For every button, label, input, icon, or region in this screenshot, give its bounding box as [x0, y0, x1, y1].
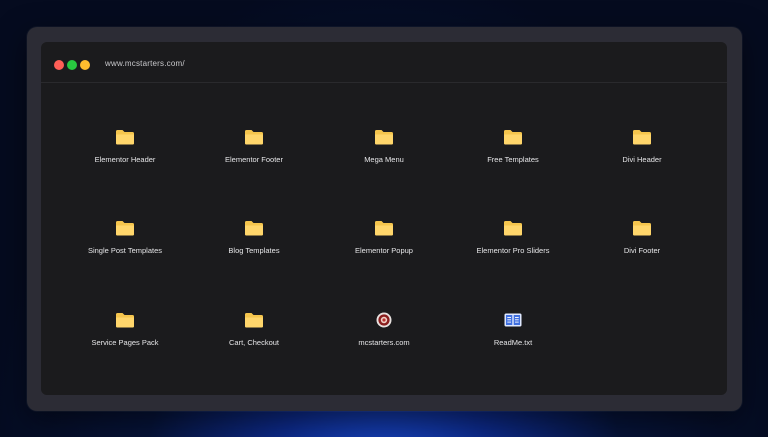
- folder-service-pages-pack[interactable]: Service Pages Pack: [65, 311, 185, 357]
- item-label: Service Pages Pack: [91, 338, 159, 347]
- website-link-icon: [376, 312, 392, 328]
- item-label: Elementor Pro Sliders: [476, 246, 550, 255]
- item-label: Free Templates: [487, 155, 539, 164]
- folder-icon: [116, 130, 134, 145]
- item-label: Divi Header: [622, 155, 662, 164]
- item-label: mcstarters.com: [358, 338, 410, 347]
- file-grid: Elementor Header Elementor Footer Mega M…: [41, 42, 727, 395]
- folder-elementor-pro-sliders[interactable]: Elementor Pro Sliders: [453, 219, 573, 265]
- item-label: ReadMe.txt: [493, 338, 533, 347]
- folder-elementor-popup[interactable]: Elementor Popup: [324, 219, 444, 265]
- readme-book-icon: [504, 313, 522, 327]
- folder-icon: [245, 221, 263, 236]
- folder-icon: [633, 130, 651, 145]
- folder-icon: [245, 130, 263, 145]
- folder-icon: [504, 221, 522, 236]
- folder-icon: [633, 221, 651, 236]
- folder-divi-header[interactable]: Divi Header: [582, 128, 702, 174]
- folder-divi-footer[interactable]: Divi Footer: [582, 219, 702, 265]
- link-mcstarters[interactable]: mcstarters.com: [324, 311, 444, 357]
- monitor-frame: www.mcstarters.com/ Elementor Header Ele…: [27, 27, 742, 411]
- folder-elementor-header[interactable]: Elementor Header: [65, 128, 185, 174]
- folder-icon: [116, 221, 134, 236]
- item-label: Divi Footer: [623, 246, 661, 255]
- folder-single-post-templates[interactable]: Single Post Templates: [65, 219, 185, 265]
- folder-icon: [245, 313, 263, 328]
- folder-blog-templates[interactable]: Blog Templates: [194, 219, 314, 265]
- item-label: Cart, Checkout: [228, 338, 280, 347]
- browser-window: www.mcstarters.com/ Elementor Header Ele…: [41, 42, 727, 395]
- folder-mega-menu[interactable]: Mega Menu: [324, 128, 444, 174]
- item-label: Elementor Footer: [225, 155, 283, 164]
- item-label: Elementor Header: [94, 155, 156, 164]
- folder-free-templates[interactable]: Free Templates: [453, 128, 573, 174]
- item-label: Elementor Popup: [355, 246, 413, 255]
- file-readme[interactable]: ReadMe.txt: [453, 311, 573, 357]
- item-label: Mega Menu: [364, 155, 404, 164]
- folder-icon: [375, 221, 393, 236]
- folder-icon: [116, 313, 134, 328]
- item-label: Single Post Templates: [87, 246, 163, 255]
- folder-icon: [504, 130, 522, 145]
- folder-elementor-footer[interactable]: Elementor Footer: [194, 128, 314, 174]
- item-label: Blog Templates: [228, 246, 280, 255]
- folder-icon: [375, 130, 393, 145]
- folder-cart-checkout[interactable]: Cart, Checkout: [194, 311, 314, 357]
